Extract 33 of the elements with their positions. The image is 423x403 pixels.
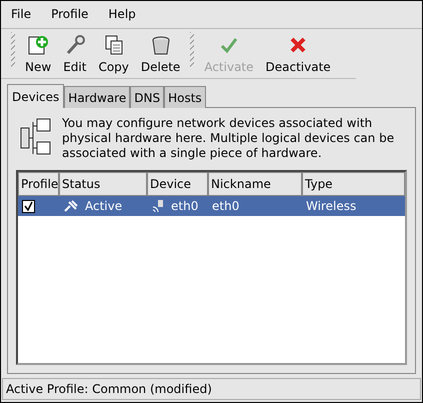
tab[interactable]: DNS [130,86,164,108]
table-cell-text: eth0 [211,199,240,213]
toolbar-grip[interactable] [190,32,194,68]
new-document-icon [27,34,50,56]
device-text: eth0 [171,199,198,213]
profile-checkbox[interactable] [22,200,35,212]
toolbar-button[interactable]: Deactivate [260,32,337,76]
tab[interactable]: Hosts [164,86,206,108]
toolbar-button[interactable]: Edit [57,32,92,76]
wireless-icon [151,199,165,213]
column-header[interactable]: Device [147,172,208,196]
menu-item[interactable]: File [11,7,32,21]
tab[interactable]: Devices [7,84,64,108]
tab[interactable]: Hardware [64,86,130,108]
table-cell-text: Wireless [305,199,358,213]
toolbar-button[interactable]: Copy [92,32,135,76]
description-text: You may configure network devices associated with physical hardware here. Multiple logical devices can be associated with a single piece of hardware. [62,116,396,161]
toolbar-button[interactable]: Delete [134,32,186,76]
toolbar-grip[interactable] [11,32,15,68]
plug-icon [63,199,79,213]
copy-icon [102,34,125,56]
trash-can-icon [150,34,172,56]
column-header[interactable]: Profile [18,172,59,196]
check-icon [24,201,33,211]
table-row[interactable]: Active eth0 eth0 Wireless [18,196,405,216]
column-header[interactable]: Type [302,172,405,196]
status-text: Active [85,199,122,213]
menu-item[interactable]: Help [108,7,136,21]
status-bar: Active Profile: Common (modified) [2,378,421,400]
column-header[interactable]: Nickname [208,172,302,196]
menu-item[interactable]: Profile [51,7,88,21]
toolbar-button[interactable]: New [19,32,58,76]
column-header[interactable]: Status [59,172,147,196]
